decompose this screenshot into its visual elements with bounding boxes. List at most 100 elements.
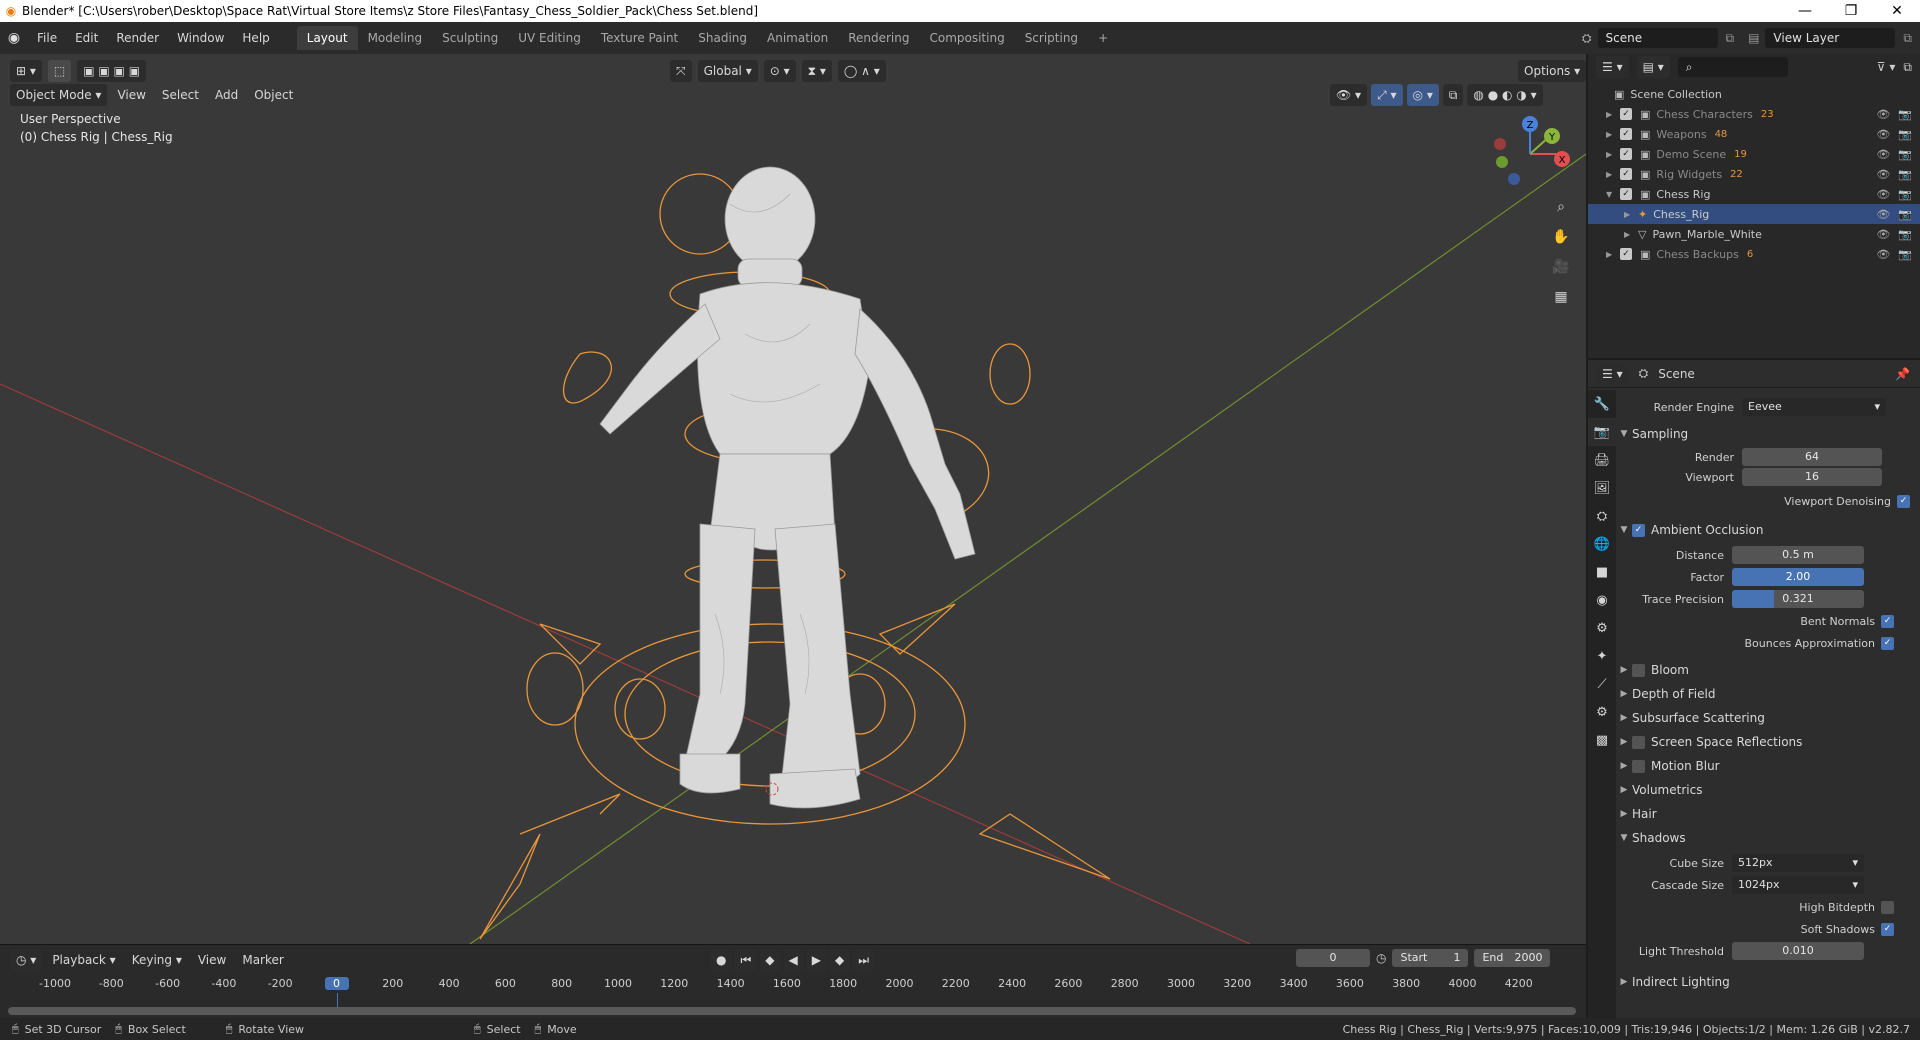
menu-select[interactable]: Select [156,84,205,106]
tab-uv-editing[interactable]: UV Editing [508,26,591,50]
outliner-search-input[interactable]: ⌕ [1677,57,1788,77]
high-bitdepth-row[interactable]: High Bitdepth [1616,896,1920,918]
visibility-icon[interactable]: 👁 ▾ [1330,84,1368,106]
pivot-icon[interactable]: ⊙ ▾ [763,60,796,82]
section-shadows[interactable]: ▼ Shadows [1616,826,1920,850]
section-ambient-occlusion[interactable]: ▼ ✓ Ambient Occlusion [1616,518,1920,542]
outliner-editor-type-icon[interactable]: ☰ ▾ [1596,56,1629,78]
menu-object[interactable]: Object [248,84,299,106]
section-hair[interactable]: ▶ Hair [1616,802,1920,826]
outliner-row[interactable]: ▶ ✓ ▣ Weapons 48 👁 📷 [1588,124,1920,144]
render-camera-icon[interactable]: 📷 [1898,248,1920,261]
bone-constraints-tab-icon[interactable]: ⚙ [1588,698,1616,726]
jump-start-icon[interactable]: ⏮ [734,949,758,971]
eye-icon[interactable]: 👁 [1876,168,1898,181]
render-camera-icon[interactable]: 📷 [1898,228,1920,241]
viewport-denoising-checkbox[interactable]: ✓ [1897,494,1910,508]
menu-render[interactable]: Render [107,27,168,49]
bent-normals-checkbox[interactable]: ✓ [1881,614,1894,628]
eye-icon[interactable]: 👁 [1876,248,1898,261]
scene-tab-icon[interactable]: ⛭ [1588,502,1616,530]
armature-data-tab-icon[interactable]: ✦ [1588,642,1616,670]
jump-end-icon[interactable]: ⏭ [852,949,876,971]
expand-icon[interactable]: ▶ [1606,150,1620,159]
menu-add[interactable]: Add [209,84,244,106]
outliner-row[interactable]: ▶ ✓ ▣ Chess Characters 23 👁 📷 [1588,104,1920,124]
pan-hand-icon[interactable]: ✋ [1548,224,1574,250]
play-icon[interactable]: ▶ [805,949,827,971]
eye-icon[interactable]: 👁 [1876,108,1898,121]
record-icon[interactable]: ● [710,949,733,971]
tab-texture-paint[interactable]: Texture Paint [591,26,688,50]
expand-icon[interactable]: ▼ [1606,190,1620,199]
camera-icon[interactable]: 🎥 [1548,254,1574,280]
exclude-checkbox[interactable]: ✓ [1620,188,1632,200]
eye-icon[interactable]: 👁 [1876,188,1898,201]
menu-marker[interactable]: Marker [236,949,289,971]
expand-icon[interactable]: ▶ [1606,250,1620,259]
tab-animation[interactable]: Animation [757,26,838,50]
close-button[interactable]: ✕ [1874,0,1920,22]
bloom-checkbox[interactable] [1632,663,1645,677]
world-tab-icon[interactable]: 🌐 [1588,530,1616,558]
timeline-editor-type-icon[interactable]: ◷ ▾ [10,949,43,971]
physics-tab-icon[interactable]: ◉ [1588,586,1616,614]
options-button[interactable]: Options ▾ [1518,60,1586,82]
eye-icon[interactable]: 👁 [1876,128,1898,141]
orientation-dropdown[interactable]: Global ▾ [697,60,758,82]
3d-viewport[interactable]: ⊞ ▾ ⬚ ▣ ▣ ▣ ▣ ⤧ Global ▾ ⊙ ▾ ⧗ ▾ ◯ ∧ ▾ O… [0,54,1586,944]
bounces-row[interactable]: Bounces Approximation ✓ [1616,632,1920,654]
outliner-row[interactable]: ▶ ✓ ▣ Rig Widgets 22 👁 📷 [1588,164,1920,184]
ao-checkbox[interactable]: ✓ [1632,523,1645,537]
expand-icon[interactable]: ▶ [1624,210,1638,219]
scene-field[interactable]: Scene [1597,28,1718,48]
timeline-scrollbar[interactable] [8,1007,1576,1015]
zoom-icon[interactable]: ⌕ [1548,194,1574,220]
tab-layout[interactable]: Layout [296,26,358,50]
menu-view-timeline[interactable]: View [192,949,232,971]
section-volumetrics[interactable]: ▶ Volumetrics [1616,778,1920,802]
bent-normals-row[interactable]: Bent Normals ✓ [1616,610,1920,632]
render-camera-icon[interactable]: 📷 [1898,108,1920,121]
render-samples-field[interactable]: 64 [1742,448,1882,466]
menu-edit[interactable]: Edit [66,27,107,49]
menu-file[interactable]: File [28,27,66,49]
exclude-checkbox[interactable]: ✓ [1620,128,1632,140]
outliner-row[interactable]: ▼ ✓ ▣ Chess Rig 👁 📷 [1588,184,1920,204]
output-tab-icon[interactable]: 🖨 [1588,446,1616,474]
ssr-checkbox[interactable] [1632,735,1645,749]
render-camera-icon[interactable]: 📷 [1898,128,1920,141]
bounces-checkbox[interactable]: ✓ [1881,636,1894,650]
expand-icon[interactable]: ▶ [1606,130,1620,139]
texture-tab-icon[interactable]: ▩ [1588,726,1616,754]
section-subsurface[interactable]: ▶ Subsurface Scattering [1616,706,1920,730]
view-layer-tab-icon[interactable]: 🖼 [1588,474,1616,502]
display-mode-icon[interactable]: ▤ ▾ [1636,56,1670,78]
tab-modeling[interactable]: Modeling [358,26,433,50]
new-collection-icon[interactable]: ⧉ [1903,60,1920,75]
tool-tab-icon[interactable]: 🔧 [1588,390,1616,418]
view-layer-field[interactable]: View Layer [1765,28,1896,48]
scene-copy-icon[interactable]: ⧉ [1718,31,1743,46]
view-layer-copy-icon[interactable]: ⧉ [1895,31,1920,46]
bone-tab-icon[interactable]: ⟋ [1588,670,1616,698]
snap-icon[interactable]: ⧗ ▾ [801,60,832,82]
exclude-checkbox[interactable]: ✓ [1620,108,1632,120]
filter-icon[interactable]: ⊽ ▾ [1877,60,1896,74]
render-camera-icon[interactable]: 📷 [1898,148,1920,161]
eye-icon[interactable]: 👁 [1876,208,1898,221]
constraints-tab-icon[interactable]: ⚙ [1588,614,1616,642]
factor-slider[interactable]: 2.00 [1732,568,1864,586]
soft-shadows-checkbox[interactable]: ✓ [1881,922,1894,936]
high-bitdepth-checkbox[interactable] [1881,900,1894,914]
play-reverse-icon[interactable]: ◀ [782,949,804,971]
outliner-row[interactable]: ▶ ✦ Chess_Rig 👁 📷 [1588,204,1920,224]
expand-icon[interactable]: ▶ [1606,110,1620,119]
viewport-samples-field[interactable]: 16 [1742,468,1882,486]
cascade-size-dropdown[interactable]: 1024px ▾ [1732,876,1864,894]
section-ssr[interactable]: ▶ Screen Space Reflections [1616,730,1920,754]
outliner-root[interactable]: ▣ Scene Collection [1588,84,1920,104]
tab-scripting[interactable]: Scripting [1015,26,1088,50]
minimize-button[interactable]: — [1782,0,1828,22]
end-frame-field[interactable]: End 2000 [1474,949,1551,967]
